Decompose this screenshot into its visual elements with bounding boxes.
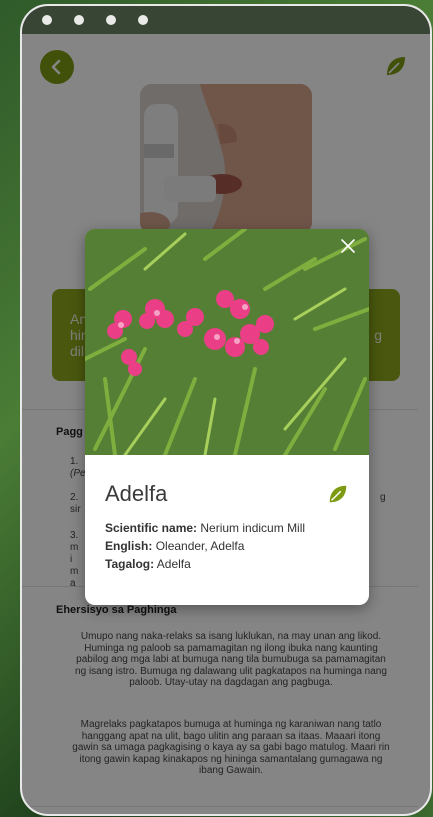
close-icon[interactable] [339, 237, 357, 255]
tagalog-name-label: Tagalog: [105, 557, 155, 571]
plant-info: Scientific name: Nerium indicum Mill Eng… [105, 519, 349, 573]
scientific-name-row: Scientific name: Nerium indicum Mill [105, 519, 349, 537]
status-dot [106, 15, 116, 25]
plant-photo [85, 229, 369, 455]
plant-name: Adelfa [105, 481, 168, 506]
english-name-label: English: [105, 539, 153, 553]
scientific-name-label: Scientific name: [105, 521, 198, 535]
english-name-value: Oleander, Adelfa [155, 539, 245, 553]
status-bar [22, 6, 430, 34]
status-dot [74, 15, 84, 25]
scientific-name-value: Nerium indicum Mill [200, 521, 306, 535]
tagalog-name-row: Tagalog: Adelfa [105, 555, 349, 573]
tagalog-name-value: Adelfa [156, 557, 191, 571]
status-dot [42, 15, 52, 25]
status-dot [138, 15, 148, 25]
phone-frame: An hin dil g Pagg 1. (Pe 2. sir g 3. mi … [20, 4, 432, 816]
english-name-row: English: Oleander, Adelfa [105, 537, 349, 555]
modal-body: Adelfa Scientific name: Nerium indicum M… [85, 455, 369, 573]
plant-detail-modal: Adelfa Scientific name: Nerium indicum M… [85, 229, 369, 605]
leaf-icon [329, 485, 347, 503]
screen: An hin dil g Pagg 1. (Pe 2. sir g 3. mi … [22, 34, 430, 814]
